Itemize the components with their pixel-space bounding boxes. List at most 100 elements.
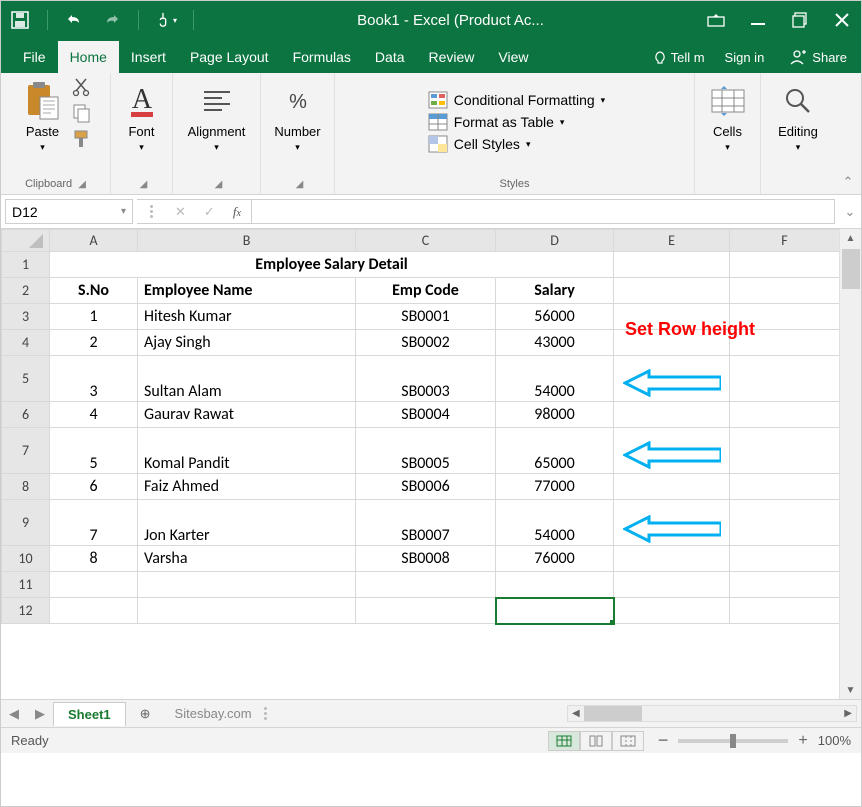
- ribbon-options-icon[interactable]: [705, 9, 727, 31]
- tab-data[interactable]: Data: [363, 41, 417, 73]
- cell[interactable]: [356, 598, 496, 624]
- save-icon[interactable]: [9, 9, 31, 31]
- data-cell[interactable]: SB0005: [356, 428, 496, 474]
- fx-icon[interactable]: fx: [233, 204, 241, 220]
- data-cell[interactable]: SB0004: [356, 402, 496, 428]
- col-header[interactable]: A: [50, 230, 138, 252]
- minimize-icon[interactable]: [747, 9, 769, 31]
- collapse-ribbon-icon[interactable]: ⌃: [835, 73, 861, 194]
- data-cell[interactable]: 76000: [496, 546, 614, 572]
- page-break-view-icon[interactable]: [612, 731, 644, 751]
- cell[interactable]: [614, 572, 730, 598]
- col-header[interactable]: F: [730, 230, 840, 252]
- cell[interactable]: [138, 598, 356, 624]
- data-cell[interactable]: 5: [50, 428, 138, 474]
- row-header[interactable]: 4: [2, 330, 50, 356]
- data-cell[interactable]: 6: [50, 474, 138, 500]
- touch-mode-icon[interactable]: ▾: [155, 9, 177, 31]
- data-cell[interactable]: Hitesh Kumar: [138, 304, 356, 330]
- tell-me[interactable]: Tell m: [643, 42, 715, 73]
- zoom-level[interactable]: 100%: [818, 733, 851, 748]
- zoom-in-icon[interactable]: +: [798, 732, 807, 750]
- data-cell[interactable]: Jon Karter: [138, 500, 356, 546]
- zoom-slider[interactable]: [678, 739, 788, 743]
- horizontal-scrollbar[interactable]: ◀ ▶: [567, 705, 857, 722]
- cell[interactable]: [356, 572, 496, 598]
- data-cell[interactable]: Faiz Ahmed: [138, 474, 356, 500]
- col-header[interactable]: C: [356, 230, 496, 252]
- row-header[interactable]: 12: [2, 598, 50, 624]
- worksheet-grid[interactable]: A B C D E F 1Employee Salary Detail2S.No…: [1, 229, 861, 699]
- cell[interactable]: [730, 356, 840, 402]
- share-button[interactable]: Share: [774, 41, 861, 73]
- row-header[interactable]: 5: [2, 356, 50, 402]
- data-cell[interactable]: 43000: [496, 330, 614, 356]
- data-cell[interactable]: Gaurav Rawat: [138, 402, 356, 428]
- row-header[interactable]: 10: [2, 546, 50, 572]
- data-cell[interactable]: Komal Pandit: [138, 428, 356, 474]
- data-cell[interactable]: 77000: [496, 474, 614, 500]
- data-cell[interactable]: Ajay Singh: [138, 330, 356, 356]
- row-header[interactable]: 7: [2, 428, 50, 474]
- undo-icon[interactable]: [64, 9, 86, 31]
- sign-in[interactable]: Sign in: [715, 42, 775, 73]
- normal-view-icon[interactable]: [548, 731, 580, 751]
- sheet-nav-prev-icon[interactable]: ◀: [1, 706, 27, 722]
- tab-home[interactable]: Home: [58, 41, 119, 73]
- row-header[interactable]: 3: [2, 304, 50, 330]
- header-cell[interactable]: Employee Name: [138, 278, 356, 304]
- cell[interactable]: [614, 278, 730, 304]
- page-layout-view-icon[interactable]: [580, 731, 612, 751]
- tab-file[interactable]: File: [11, 41, 58, 73]
- conditional-formatting-button[interactable]: Conditional Formatting ▾: [428, 91, 605, 109]
- col-header[interactable]: B: [138, 230, 356, 252]
- data-cell[interactable]: Sultan Alam: [138, 356, 356, 402]
- tab-review[interactable]: Review: [417, 41, 487, 73]
- data-cell[interactable]: 7: [50, 500, 138, 546]
- cell[interactable]: [730, 500, 840, 546]
- row-header[interactable]: 8: [2, 474, 50, 500]
- cell[interactable]: [614, 474, 730, 500]
- font-group-button[interactable]: A Font▾: [119, 77, 165, 156]
- name-box[interactable]: D12▾: [5, 199, 133, 224]
- formula-expand-icon[interactable]: ⌄: [839, 195, 861, 228]
- cell[interactable]: [614, 252, 730, 278]
- cell[interactable]: [730, 572, 840, 598]
- header-cell[interactable]: Emp Code: [356, 278, 496, 304]
- selected-cell[interactable]: [496, 598, 614, 624]
- cut-icon[interactable]: [72, 77, 92, 97]
- cell[interactable]: [50, 598, 138, 624]
- data-cell[interactable]: 54000: [496, 356, 614, 402]
- data-cell[interactable]: 4: [50, 402, 138, 428]
- zoom-out-icon[interactable]: −: [658, 730, 669, 751]
- row-header[interactable]: 2: [2, 278, 50, 304]
- data-cell[interactable]: 54000: [496, 500, 614, 546]
- cell[interactable]: [730, 252, 840, 278]
- vertical-scrollbar[interactable]: ▲ ▼: [839, 229, 861, 699]
- cell-styles-button[interactable]: Cell Styles ▾: [428, 135, 531, 153]
- redo-icon[interactable]: [100, 9, 122, 31]
- cell[interactable]: [730, 474, 840, 500]
- cell[interactable]: [730, 428, 840, 474]
- col-header[interactable]: D: [496, 230, 614, 252]
- row-header[interactable]: 9: [2, 500, 50, 546]
- cell[interactable]: [730, 278, 840, 304]
- title-cell[interactable]: Employee Salary Detail: [50, 252, 614, 278]
- format-painter-icon[interactable]: [72, 129, 92, 149]
- enter-formula-icon[interactable]: ✓: [204, 204, 215, 220]
- cell[interactable]: [730, 598, 840, 624]
- data-cell[interactable]: SB0006: [356, 474, 496, 500]
- row-header[interactable]: 1: [2, 252, 50, 278]
- copy-icon[interactable]: [72, 103, 92, 123]
- tab-insert[interactable]: Insert: [119, 41, 178, 73]
- formula-input[interactable]: [251, 199, 835, 224]
- sheet-nav-next-icon[interactable]: ▶: [27, 706, 53, 722]
- data-cell[interactable]: 2: [50, 330, 138, 356]
- data-cell[interactable]: SB0003: [356, 356, 496, 402]
- data-cell[interactable]: SB0002: [356, 330, 496, 356]
- paste-button[interactable]: Paste▾: [20, 77, 66, 156]
- data-cell[interactable]: 1: [50, 304, 138, 330]
- cell[interactable]: [730, 402, 840, 428]
- data-cell[interactable]: SB0008: [356, 546, 496, 572]
- data-cell[interactable]: 3: [50, 356, 138, 402]
